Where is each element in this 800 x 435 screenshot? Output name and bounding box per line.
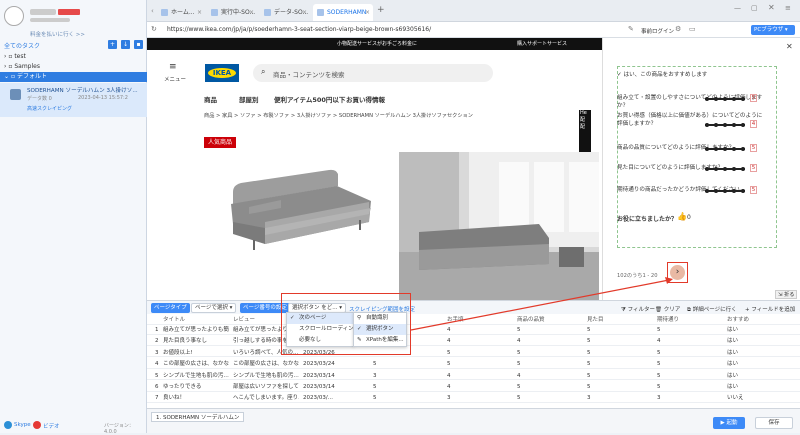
folder-icon: ▫ bbox=[10, 73, 16, 80]
pay-link[interactable]: 料金を払いに行く >> bbox=[30, 30, 85, 38]
app-logo bbox=[4, 6, 24, 26]
play-icon: ▶ bbox=[720, 420, 725, 426]
video-link[interactable]: ビデオ bbox=[43, 422, 60, 430]
tree-item-samples[interactable]: › ▫ Samples bbox=[0, 62, 147, 72]
user-sub-blur bbox=[30, 18, 70, 22]
bottom-bar: 1. SODERHAMN ソーデルハムン ▶ 起動 保存 bbox=[147, 408, 800, 433]
user-name-blur bbox=[30, 9, 56, 15]
skype-icon[interactable] bbox=[4, 421, 12, 429]
annotation-arrow bbox=[410, 277, 673, 331]
all-tasks-label: 全てのタスク bbox=[4, 43, 41, 50]
task-mode-link[interactable]: 高速スクレイピング bbox=[27, 105, 72, 112]
task-date: 2023-04-13 15:57:2 bbox=[78, 95, 128, 101]
chevron-right-icon: › bbox=[4, 53, 7, 60]
sidebar: 料金を払いに行く >> 全てのタスク + ↓ ▪ › ▫ test › ▫ Sa… bbox=[0, 0, 147, 435]
start-button[interactable]: ▶ 起動 bbox=[713, 417, 745, 429]
task-title: SODERHAMN ソーデルハムン 3人掛けソ... bbox=[27, 88, 138, 94]
folder-icon[interactable]: ▪ bbox=[134, 40, 143, 49]
tree-item-test[interactable]: › ▫ test bbox=[0, 52, 147, 62]
chevron-down-icon: ⌄ bbox=[4, 73, 10, 80]
task-item[interactable]: SODERHAMN ソーデルハムン 3人掛けソ... データ数 0 2023-0… bbox=[0, 83, 147, 117]
task-meta: データ数 0 bbox=[27, 96, 52, 102]
skype-link[interactable]: Skype bbox=[14, 422, 31, 428]
browser-area: ‹ ホーム... × 実行中-SO... × データ-SO... × SODERHAM… bbox=[147, 0, 800, 433]
version-label: バージョン：4.0.0 bbox=[104, 423, 134, 435]
import-icon[interactable]: ↓ bbox=[121, 40, 130, 49]
save-button[interactable]: 保存 bbox=[755, 417, 793, 429]
user-badge-blur bbox=[58, 9, 80, 15]
folder-icon: ▫ bbox=[8, 63, 13, 70]
folder-icon: ▫ bbox=[8, 53, 13, 60]
video-icon[interactable] bbox=[33, 421, 41, 429]
chevron-right-icon: › bbox=[4, 63, 7, 70]
step-tab[interactable]: 1. SODERHAMN ソーデルハムン bbox=[151, 412, 245, 422]
task-icon bbox=[10, 89, 21, 100]
new-task-icon[interactable]: + bbox=[108, 40, 117, 49]
tree-item-default[interactable]: ⌄ ▫ デフォルト bbox=[0, 72, 147, 82]
